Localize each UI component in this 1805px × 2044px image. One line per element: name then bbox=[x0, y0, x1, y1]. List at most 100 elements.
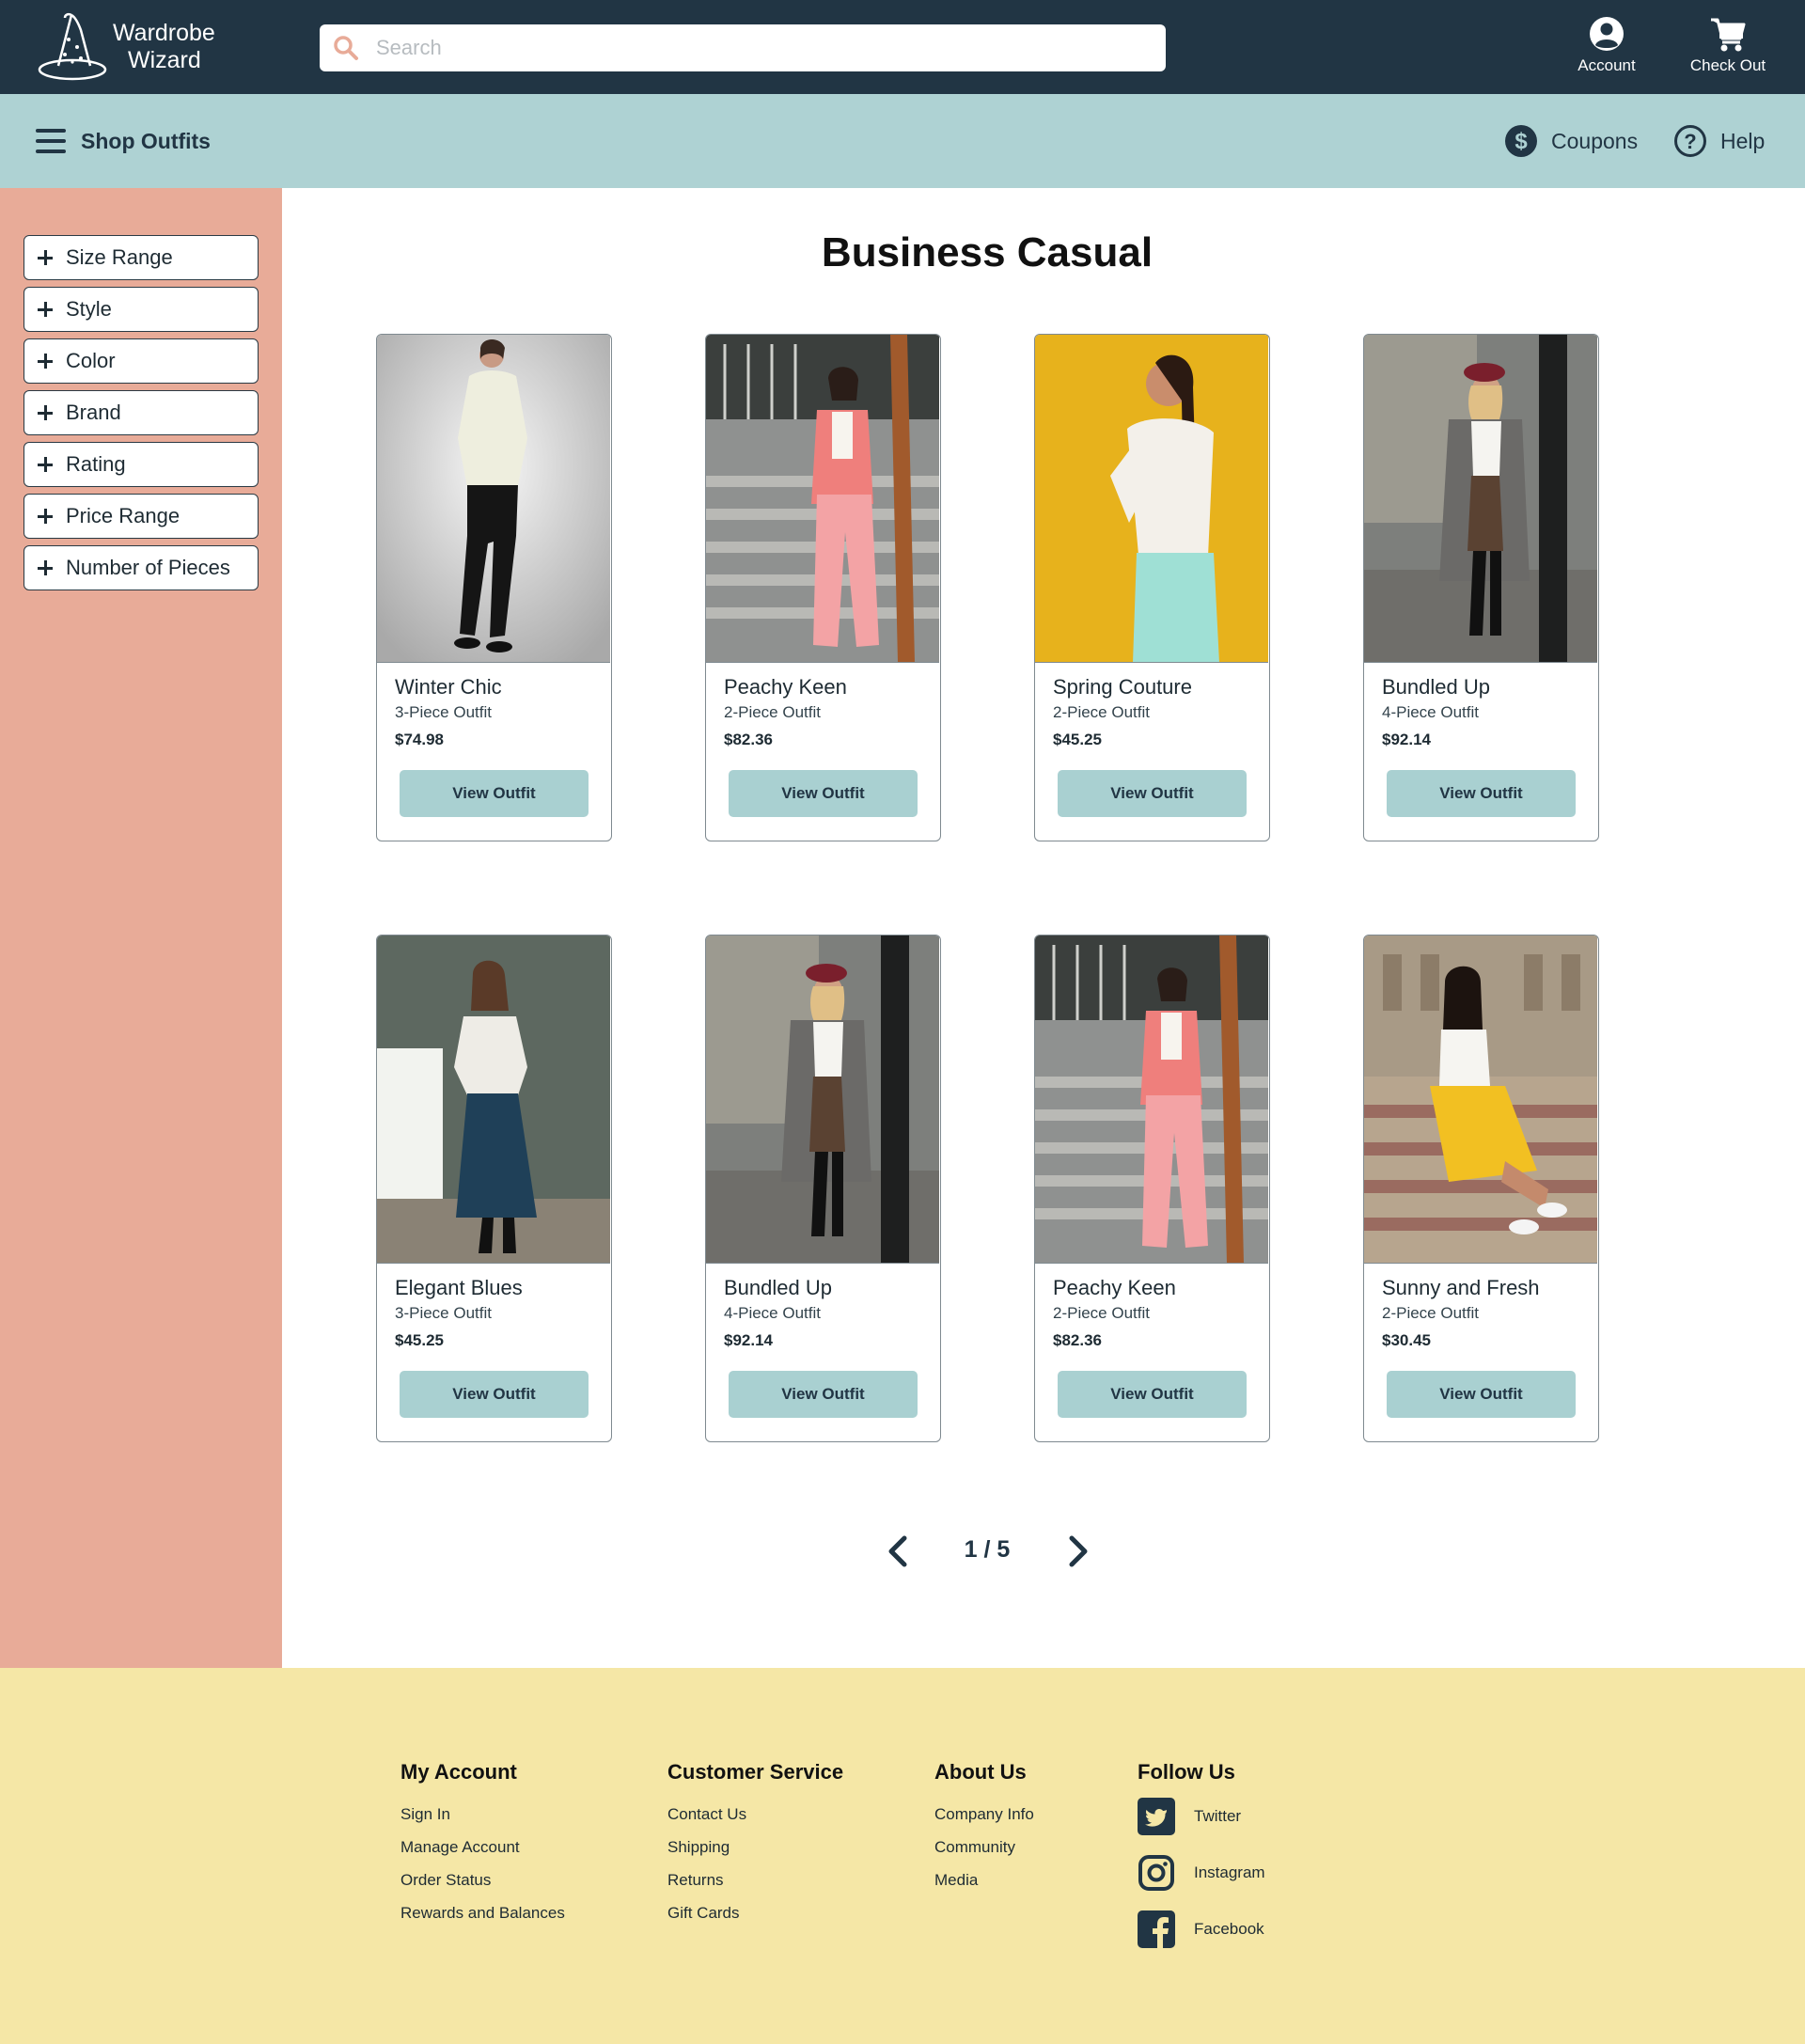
footer-link-community[interactable]: Community bbox=[934, 1831, 1034, 1863]
product-pieces: 4-Piece Outfit bbox=[1382, 703, 1479, 721]
social-instagram[interactable]: Instagram bbox=[1138, 1854, 1265, 1892]
filter-rating[interactable]: Rating bbox=[24, 442, 259, 487]
footer-my-account: My Account Sign In Manage Account Order … bbox=[400, 1760, 565, 1929]
product-card: Peachy Keen 2-Piece Outfit $82.36 View O… bbox=[705, 334, 941, 841]
product-image[interactable] bbox=[377, 335, 610, 663]
plus-icon bbox=[38, 250, 53, 265]
plus-icon bbox=[38, 560, 53, 575]
chevron-right-icon bbox=[1069, 1535, 1088, 1567]
product-pieces: 2-Piece Outfit bbox=[724, 703, 821, 721]
product-price: $45.25 bbox=[395, 1331, 444, 1349]
view-outfit-button[interactable]: View Outfit bbox=[1058, 1371, 1247, 1418]
checkout-button[interactable]: Check Out bbox=[1681, 15, 1775, 79]
filter-label: Rating bbox=[66, 452, 126, 476]
brand-logo[interactable]: Wardrobe Wizard bbox=[34, 11, 241, 83]
filter-color[interactable]: Color bbox=[24, 338, 259, 384]
facebook-icon bbox=[1138, 1910, 1175, 1948]
brand-line-2: Wizard bbox=[128, 47, 201, 73]
social-twitter[interactable]: Twitter bbox=[1138, 1798, 1265, 1835]
view-outfit-button[interactable]: View Outfit bbox=[1058, 770, 1247, 817]
footer-heading: Follow Us bbox=[1138, 1760, 1235, 1784]
footer-link-sign-in[interactable]: Sign In bbox=[400, 1798, 565, 1831]
help-link[interactable]: ? Help bbox=[1673, 122, 1765, 160]
shop-outfits-label: Shop Outfits bbox=[81, 128, 211, 153]
product-image[interactable] bbox=[1364, 335, 1597, 663]
user-circle-icon bbox=[1590, 17, 1624, 51]
filter-label: Color bbox=[66, 349, 116, 372]
product-price: $45.25 bbox=[1053, 731, 1102, 748]
coupons-label: Coupons bbox=[1551, 128, 1639, 153]
footer-link-media[interactable]: Media bbox=[934, 1863, 1034, 1896]
checkout-label: Check Out bbox=[1689, 56, 1766, 74]
product-card: Bundled Up 4-Piece Outfit $92.14 View Ou… bbox=[705, 935, 941, 1442]
filter-label: Price Range bbox=[66, 504, 180, 527]
product-image[interactable] bbox=[706, 335, 939, 663]
product-image[interactable] bbox=[1035, 335, 1268, 663]
filter-style[interactable]: Style bbox=[24, 287, 259, 332]
shop-outfits-menu[interactable]: Shop Outfits bbox=[36, 124, 211, 158]
product-image[interactable] bbox=[706, 936, 939, 1264]
filter-brand[interactable]: Brand bbox=[24, 390, 259, 435]
product-price: $92.14 bbox=[1382, 731, 1431, 748]
previous-page-button[interactable] bbox=[884, 1534, 912, 1568]
footer-link-rewards[interactable]: Rewards and Balances bbox=[400, 1896, 565, 1929]
product-price: $82.36 bbox=[724, 731, 773, 748]
site-footer: My Account Sign In Manage Account Order … bbox=[0, 1668, 1805, 2044]
page-title: Business Casual bbox=[821, 229, 1154, 275]
brand-line-1: Wardrobe bbox=[113, 20, 215, 46]
view-outfit-button[interactable]: View Outfit bbox=[1387, 770, 1576, 817]
product-name: Spring Couture bbox=[1053, 675, 1192, 699]
product-pieces: 3-Piece Outfit bbox=[395, 703, 492, 721]
view-outfit-button[interactable]: View Outfit bbox=[729, 770, 918, 817]
footer-customer-service: Customer Service Contact Us Shipping Ret… bbox=[667, 1760, 843, 1929]
product-card: Spring Couture 2-Piece Outfit $45.25 Vie… bbox=[1034, 334, 1270, 841]
instagram-icon bbox=[1138, 1855, 1174, 1891]
footer-link-gift-cards[interactable]: Gift Cards bbox=[667, 1896, 843, 1929]
view-outfit-button[interactable]: View Outfit bbox=[729, 1371, 918, 1418]
product-image[interactable] bbox=[1035, 936, 1268, 1264]
twitter-icon bbox=[1138, 1798, 1175, 1835]
view-outfit-button[interactable]: View Outfit bbox=[400, 1371, 589, 1418]
filter-sidebar: Size Range Style Color Brand Rating Pric… bbox=[0, 188, 282, 1668]
footer-link-contact-us[interactable]: Contact Us bbox=[667, 1798, 843, 1831]
svg-text:$: $ bbox=[1515, 129, 1528, 154]
product-price: $82.36 bbox=[1053, 1331, 1102, 1349]
footer-about-us: About Us Company Info Community Media bbox=[934, 1760, 1034, 1896]
footer-link-returns[interactable]: Returns bbox=[667, 1863, 843, 1896]
plus-icon bbox=[38, 457, 53, 472]
view-outfit-button[interactable]: View Outfit bbox=[1387, 1371, 1576, 1418]
footer-heading: Customer Service bbox=[667, 1760, 844, 1784]
product-name: Winter Chic bbox=[395, 675, 502, 699]
search-input[interactable] bbox=[376, 36, 1147, 60]
help-label: Help bbox=[1720, 128, 1766, 153]
footer-link-manage-account[interactable]: Manage Account bbox=[400, 1831, 565, 1863]
account-button[interactable]: Account bbox=[1572, 15, 1641, 79]
plus-icon bbox=[38, 509, 53, 524]
search-bar bbox=[320, 24, 1166, 71]
product-price: $30.45 bbox=[1382, 1331, 1431, 1349]
svg-text:?: ? bbox=[1684, 130, 1696, 153]
product-card: Winter Chic 3-Piece Outfit $74.98 View O… bbox=[376, 334, 612, 841]
product-name: Peachy Keen bbox=[724, 675, 847, 699]
social-facebook[interactable]: Facebook bbox=[1138, 1910, 1265, 1948]
next-page-button[interactable] bbox=[1064, 1534, 1092, 1568]
filter-number-of-pieces[interactable]: Number of Pieces bbox=[24, 545, 259, 590]
search-icon[interactable] bbox=[333, 35, 359, 61]
coupons-link[interactable]: $ Coupons bbox=[1504, 122, 1638, 160]
filter-size-range[interactable]: Size Range bbox=[24, 235, 259, 280]
product-image[interactable] bbox=[377, 936, 610, 1264]
product-pieces: 2-Piece Outfit bbox=[1382, 1304, 1479, 1322]
footer-link-order-status[interactable]: Order Status bbox=[400, 1863, 565, 1896]
product-image[interactable] bbox=[1364, 936, 1597, 1264]
product-name: Bundled Up bbox=[1382, 675, 1490, 699]
filter-price-range[interactable]: Price Range bbox=[24, 494, 259, 539]
product-card: Elegant Blues 3-Piece Outfit $45.25 View… bbox=[376, 935, 612, 1442]
top-header: Wardrobe Wizard Account Check Out bbox=[0, 0, 1805, 94]
product-pieces: 3-Piece Outfit bbox=[395, 1304, 492, 1322]
footer-link-shipping[interactable]: Shipping bbox=[667, 1831, 843, 1863]
filter-label: Size Range bbox=[66, 245, 173, 269]
view-outfit-button[interactable]: View Outfit bbox=[400, 770, 589, 817]
plus-icon bbox=[38, 302, 53, 317]
instagram-label: Instagram bbox=[1194, 1863, 1265, 1881]
footer-link-company-info[interactable]: Company Info bbox=[934, 1798, 1034, 1831]
